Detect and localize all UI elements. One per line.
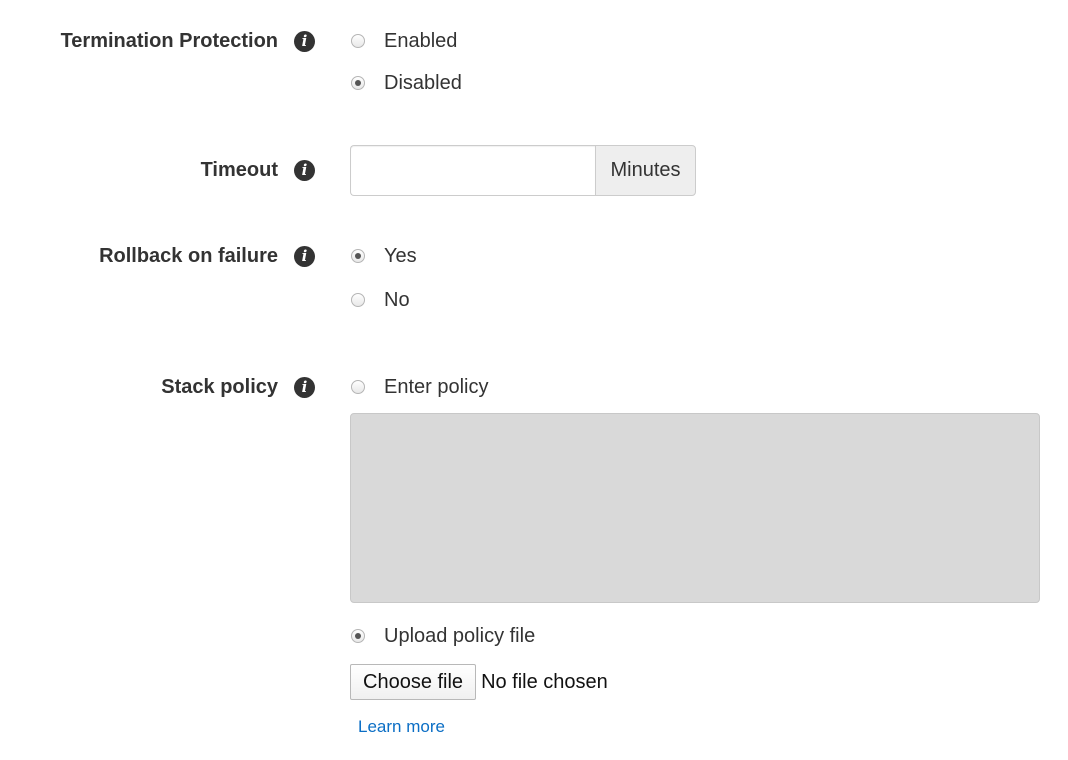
enter-policy-label[interactable]: Enter policy [384,376,489,399]
upload-policy-file-radio[interactable] [351,629,365,643]
upload-policy-file-option[interactable]: Upload policy file [351,623,535,649]
termination-protection-label: Termination Protection [60,30,278,52]
rollback-yes-option[interactable]: Yes [351,243,417,269]
stack-policy-label: Stack policy [161,376,278,398]
timeout-label: Timeout [200,159,278,181]
termination-enabled-label[interactable]: Enabled [384,30,457,53]
rollback-no-radio[interactable] [351,293,365,307]
rollback-on-failure-info-icon[interactable]: i [294,246,315,267]
termination-enabled-option[interactable]: Enabled [351,28,457,54]
termination-enabled-radio[interactable] [351,34,365,48]
choose-file-button[interactable]: Choose file [350,664,477,700]
rollback-no-option[interactable]: No [351,287,410,313]
timeout-minutes-addon: Minutes [595,145,696,196]
timeout-info-icon[interactable]: i [294,160,315,181]
enter-policy-option[interactable]: Enter policy [351,374,489,400]
termination-disabled-radio[interactable] [351,76,365,90]
enter-policy-radio[interactable] [351,380,365,394]
termination-disabled-option[interactable]: Disabled [351,70,462,96]
upload-policy-file-label[interactable]: Upload policy file [384,625,535,648]
timeout-input-group: Minutes [350,145,696,196]
learn-more-link[interactable]: Learn more [358,717,445,737]
rollback-no-label[interactable]: No [384,289,410,312]
rollback-yes-label[interactable]: Yes [384,245,417,268]
stack-policy-info-icon[interactable]: i [294,377,315,398]
policy-textarea [350,413,1040,603]
termination-disabled-label[interactable]: Disabled [384,72,462,95]
rollback-yes-radio[interactable] [351,249,365,263]
termination-protection-info-icon[interactable]: i [294,31,315,52]
timeout-input[interactable] [350,145,595,196]
rollback-on-failure-label: Rollback on failure [99,245,278,267]
file-status-text: No file chosen [481,670,608,693]
file-chooser: Choose file No file chosen [350,664,608,700]
